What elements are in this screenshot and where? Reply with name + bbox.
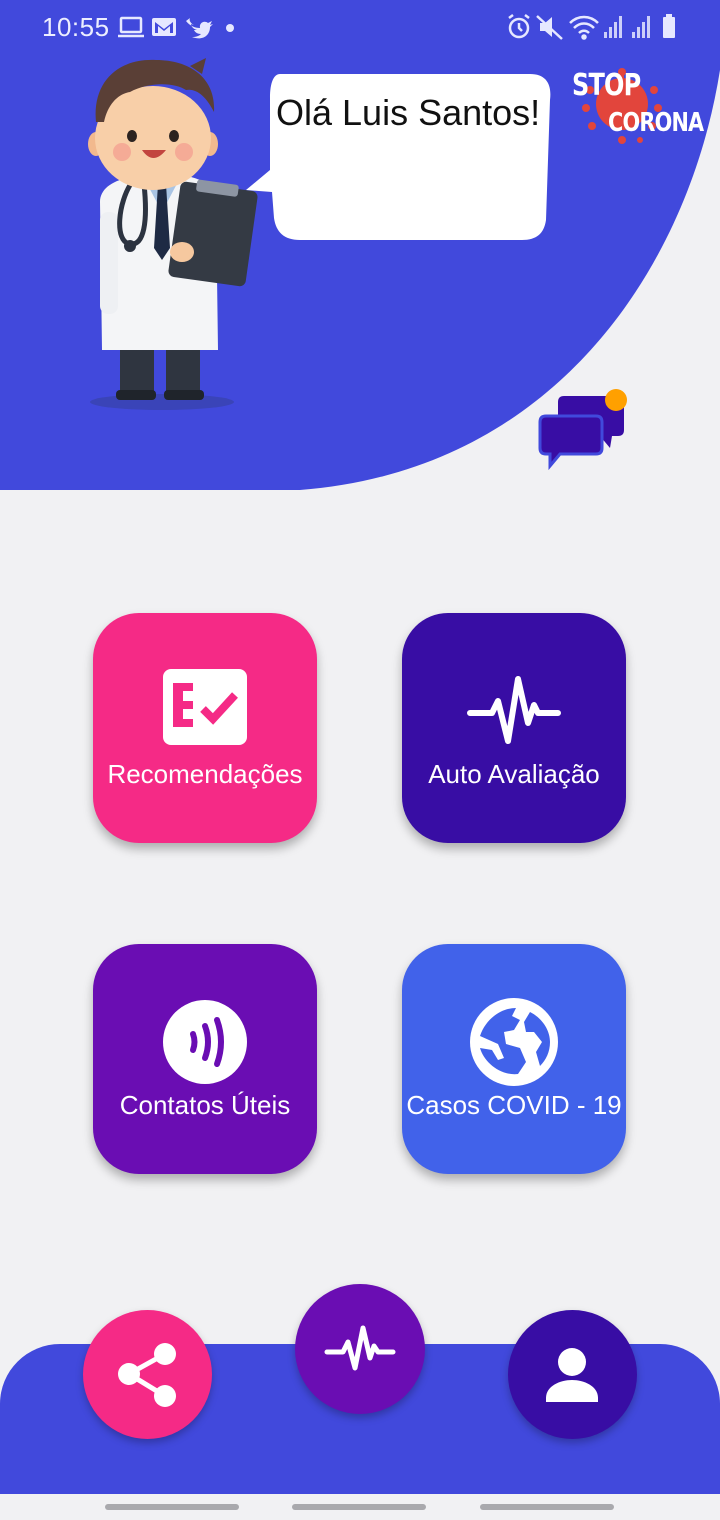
status-time: 10:55 xyxy=(42,12,110,42)
battery-icon xyxy=(663,14,675,38)
tile-contatos-uteis[interactable]: Contatos Úteis xyxy=(93,944,317,1174)
laptop-icon xyxy=(118,16,144,38)
signal-icon xyxy=(632,16,650,38)
dot-icon xyxy=(226,24,234,32)
nav-back-pill[interactable] xyxy=(480,1504,614,1510)
twitter-icon xyxy=(186,18,213,39)
share-icon xyxy=(118,1343,176,1407)
status-right-icons xyxy=(508,14,675,40)
center-pulse-button[interactable] xyxy=(295,1284,425,1414)
heartbeat-icon xyxy=(467,676,561,744)
globe-icon xyxy=(470,998,558,1086)
status-bar: 10:55 xyxy=(0,0,720,56)
tile-label: Casos COVID - 19 xyxy=(406,1090,622,1120)
notification-dot xyxy=(605,389,627,411)
nav-home-pill[interactable] xyxy=(292,1504,426,1510)
mute-icon xyxy=(536,15,563,40)
status-left-icons xyxy=(118,16,234,39)
profile-button[interactable] xyxy=(508,1310,637,1439)
chat-button[interactable] xyxy=(538,386,632,472)
logo-line1: STOP xyxy=(572,68,641,103)
tile-label: Recomendações xyxy=(107,759,303,789)
checklist-icon xyxy=(163,669,247,745)
share-button[interactable] xyxy=(83,1310,212,1439)
greeting-text: Olá Luis Santos! xyxy=(276,92,541,133)
gmail-icon xyxy=(152,18,176,36)
tile-recomendacoes[interactable]: Recomendações xyxy=(93,613,317,843)
system-nav-bar xyxy=(0,1494,720,1520)
stop-corona-logo: STOP CORONA xyxy=(566,64,704,150)
tile-auto-avaliacao[interactable]: Auto Avaliação xyxy=(402,613,626,843)
logo-line2: CORONA xyxy=(608,108,704,138)
tile-casos-covid[interactable]: Casos COVID - 19 xyxy=(402,944,626,1174)
heartbeat-icon xyxy=(324,1325,396,1371)
tile-label: Contatos Úteis xyxy=(119,1090,291,1120)
tile-label: Auto Avaliação xyxy=(428,759,600,789)
alarm-icon xyxy=(508,14,530,39)
wifi-icon xyxy=(569,15,599,40)
contactless-icon xyxy=(163,1000,247,1084)
person-icon xyxy=(546,1348,598,1402)
nav-recents-pill[interactable] xyxy=(105,1504,239,1510)
signal-icon xyxy=(604,16,622,38)
